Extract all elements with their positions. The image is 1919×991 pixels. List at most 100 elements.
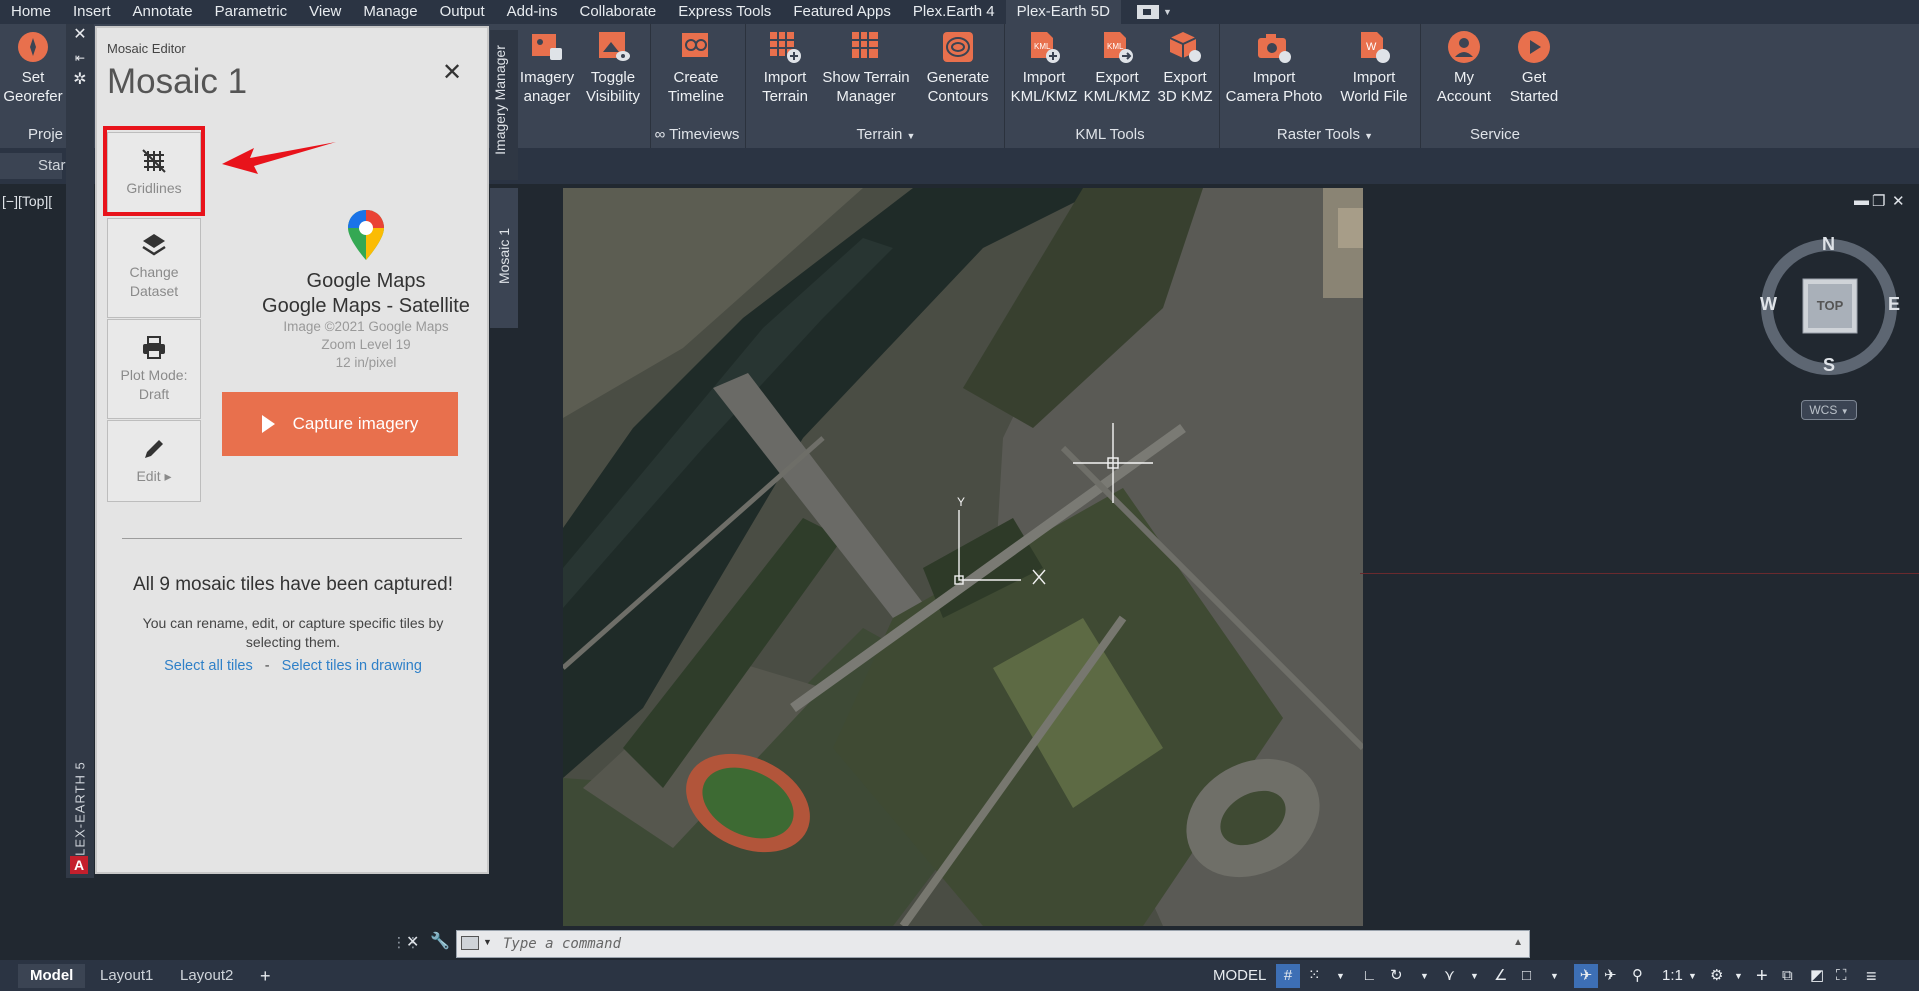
plus-icon[interactable]: +: [1756, 964, 1768, 988]
tab-mosaic-1[interactable]: Mosaic 1: [490, 188, 518, 328]
snap-icon[interactable]: ⁙: [1308, 964, 1321, 988]
chevron-down-icon[interactable]: ▼: [1470, 964, 1479, 988]
gear-icon[interactable]: ✲: [70, 70, 90, 90]
autocad-logo-icon[interactable]: A: [70, 856, 88, 874]
ortho-icon[interactable]: ∟: [1362, 964, 1377, 988]
workspace-icon[interactable]: [1136, 5, 1159, 19]
chevron-down-icon[interactable]: ▼: [1420, 964, 1429, 988]
scale-value[interactable]: 1:1: [1662, 964, 1683, 988]
chevron-down-icon[interactable]: ▼: [1336, 964, 1345, 988]
import-world-file-button[interactable]: W Import World File: [1332, 30, 1416, 106]
tab-model[interactable]: Model: [18, 964, 86, 988]
select-all-tiles-link[interactable]: Select all tiles: [164, 658, 253, 674]
close-panel-button[interactable]: ✕: [437, 58, 467, 87]
compass-east[interactable]: E: [1888, 294, 1900, 315]
menu-view[interactable]: View: [298, 0, 352, 24]
model-space-toggle[interactable]: MODEL: [1213, 964, 1266, 988]
chevron-down-icon[interactable]: ▼: [1550, 964, 1559, 988]
panel-label-terrain[interactable]: Terrain ▼: [836, 126, 936, 143]
wcs-dropdown[interactable]: WCS ▼: [1801, 400, 1857, 420]
edit-button[interactable]: Edit ▸: [107, 420, 201, 502]
get-started-button[interactable]: Get Started: [1502, 30, 1566, 106]
change-dataset-button[interactable]: Change Dataset: [107, 218, 201, 318]
viewport-controls-label[interactable]: [−][Top][: [2, 193, 52, 209]
import-terrain-button[interactable]: Import Terrain: [752, 30, 818, 106]
compass-north[interactable]: N: [1822, 234, 1835, 255]
command-prompt-icon[interactable]: [461, 936, 479, 950]
tab-imagery-manager[interactable]: Imagery Manager: [490, 30, 518, 180]
start-tab[interactable]: Star: [0, 153, 66, 179]
capture-imagery-button[interactable]: Capture imagery: [222, 392, 458, 456]
menu-plex-earth-5d[interactable]: Plex-Earth 5D: [1005, 0, 1121, 24]
menu-collaborate[interactable]: Collaborate: [568, 0, 667, 24]
import-camera-photo-button[interactable]: Import Camera Photo: [1222, 30, 1326, 106]
osnap-tracking-icon[interactable]: ∠: [1494, 964, 1507, 988]
restore-icon[interactable]: ❐: [1872, 192, 1885, 210]
panel-label-raster-tools[interactable]: Raster Tools ▼: [1260, 126, 1390, 143]
menu-insert[interactable]: Insert: [62, 0, 122, 24]
chevron-down-icon[interactable]: ▼: [483, 937, 492, 947]
menu-annotate[interactable]: Annotate: [122, 0, 204, 24]
set-georeference-button[interactable]: Set Georefer: [0, 30, 66, 106]
tab-layout2[interactable]: Layout2: [168, 964, 245, 988]
viewcube-top-face[interactable]: TOP: [1813, 298, 1847, 313]
menu-add-ins[interactable]: Add-ins: [496, 0, 569, 24]
show-terrain-manager-button[interactable]: Show Terrain Manager: [818, 30, 914, 106]
chevron-up-icon[interactable]: ▲: [1513, 937, 1523, 948]
close-icon[interactable]: ✕: [406, 932, 419, 952]
graphics-performance-icon[interactable]: ◩: [1810, 964, 1824, 988]
wrench-icon[interactable]: 🔧: [430, 931, 450, 951]
tab-layout1[interactable]: Layout1: [88, 964, 165, 988]
gear-icon[interactable]: ⚙: [1710, 964, 1723, 988]
annotation-scale-icon[interactable]: ⚲: [1632, 964, 1643, 988]
imagery-manager-button[interactable]: Imagery anager: [516, 30, 578, 106]
menu-plex-earth-4[interactable]: Plex.Earth 4: [902, 0, 1006, 24]
auto-scale-icon[interactable]: ✈: [1604, 964, 1617, 988]
viewcube[interactable]: N S W E TOP: [1750, 228, 1908, 386]
svg-text:Y: Y: [957, 495, 965, 509]
export-kml-button[interactable]: KML Export KML/KMZ: [1080, 30, 1154, 106]
annotation-visibility-icon[interactable]: ✈: [1574, 964, 1598, 988]
polar-icon[interactable]: ↻: [1390, 964, 1403, 988]
menu-express-tools[interactable]: Express Tools: [667, 0, 782, 24]
import-kml-button[interactable]: KML Import KML/KMZ: [1008, 30, 1080, 106]
raster-tools-text: Raster Tools: [1276, 126, 1360, 143]
customization-menu-icon[interactable]: ≡: [1866, 964, 1877, 988]
command-input[interactable]: ▼ Type a command ▲: [456, 930, 1530, 958]
generate-contours-button[interactable]: Generate Contours: [916, 30, 1000, 106]
grid-icon[interactable]: #: [1276, 964, 1300, 988]
menu-parametric[interactable]: Parametric: [204, 0, 299, 24]
menu-home[interactable]: Home: [0, 0, 62, 24]
compass-south[interactable]: S: [1823, 355, 1835, 376]
chevron-down-icon[interactable]: ▼: [1688, 964, 1697, 988]
collapse-icon[interactable]: ⇤: [70, 48, 90, 68]
isodraft-icon[interactable]: ⋎: [1444, 964, 1455, 988]
clean-screen-icon[interactable]: ⛶: [1836, 964, 1847, 988]
menu-featured-apps[interactable]: Featured Apps: [782, 0, 902, 24]
minimize-icon[interactable]: ▬: [1854, 192, 1869, 209]
toggle-visibility-button[interactable]: Toggle Visibility: [580, 30, 646, 106]
osnap-icon[interactable]: □: [1522, 964, 1531, 988]
close-icon[interactable]: ✕: [1892, 192, 1905, 210]
tile-selection-links: Select all tiles - Select tiles in drawi…: [107, 658, 479, 674]
export-3d-kmz-button[interactable]: Export 3D KMZ: [1154, 30, 1216, 106]
toggle-visibility-line2: Visibility: [586, 88, 640, 105]
my-account-line1: My: [1454, 69, 1474, 86]
panel-label-timeviews: ∞ Timeviews: [654, 126, 740, 143]
dataset-info: Google Maps Google Maps - Satellite Imag…: [247, 208, 485, 372]
ribbon-separator: [1420, 24, 1421, 148]
select-tiles-in-drawing-link[interactable]: Select tiles in drawing: [282, 658, 422, 674]
chevron-down-icon[interactable]: ▼: [1163, 7, 1172, 17]
add-layout-icon[interactable]: +: [260, 964, 271, 988]
compass-west[interactable]: W: [1760, 294, 1777, 315]
isolate-objects-icon[interactable]: ⧉: [1782, 964, 1793, 988]
chevron-down-icon[interactable]: ▼: [1734, 964, 1743, 988]
menu-manage[interactable]: Manage: [352, 0, 428, 24]
imagery-manager-line2: anager: [523, 88, 571, 105]
plot-mode-button[interactable]: Plot Mode: Draft: [107, 319, 201, 419]
change-dataset-line2: Dataset: [129, 283, 179, 299]
close-icon[interactable]: ✕: [70, 25, 90, 45]
menu-output[interactable]: Output: [429, 0, 496, 24]
create-timeline-button[interactable]: Create Timeline: [658, 30, 734, 106]
my-account-button[interactable]: My Account: [1428, 30, 1500, 106]
